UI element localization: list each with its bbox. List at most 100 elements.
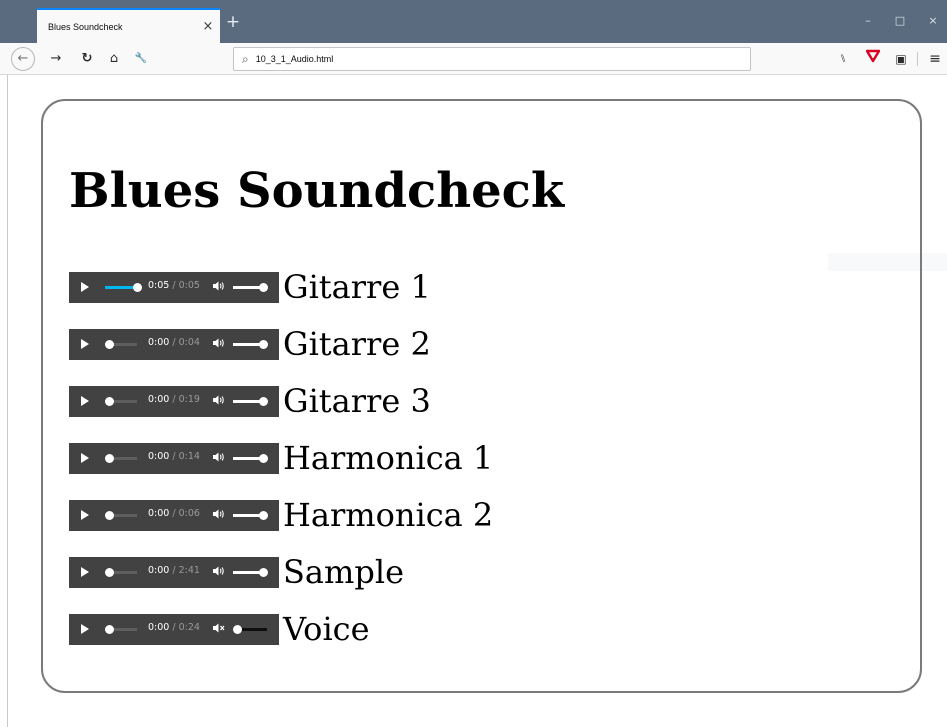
volume-handle[interactable] bbox=[259, 396, 268, 406]
current-time: 0:00 bbox=[148, 507, 170, 519]
seek-handle[interactable] bbox=[105, 339, 114, 349]
seek-handle[interactable] bbox=[105, 510, 114, 520]
duration: 0:14 bbox=[178, 450, 200, 462]
volume-handle[interactable] bbox=[233, 624, 242, 634]
time-display: 0:00 / 0:06 bbox=[148, 507, 200, 519]
play-icon[interactable] bbox=[81, 338, 89, 349]
volume-slider[interactable] bbox=[233, 453, 268, 463]
seek-bar[interactable] bbox=[105, 282, 142, 292]
window-left-border bbox=[7, 75, 8, 727]
track-row: 0:00 / 0:14 Harmonica 1 bbox=[69, 442, 493, 474]
maximize-icon[interactable]: □ bbox=[893, 14, 907, 27]
close-window-icon[interactable]: × bbox=[926, 14, 940, 27]
track-label: Sample bbox=[283, 553, 404, 591]
seek-handle[interactable] bbox=[133, 282, 142, 292]
duration: 0:04 bbox=[178, 336, 200, 348]
audio-player[interactable]: 0:00 / 0:14 bbox=[69, 442, 279, 474]
audio-player[interactable]: 0:05 / 0:05 bbox=[69, 271, 279, 303]
duration: 0:24 bbox=[178, 621, 200, 633]
tab-title: Blues Soundcheck bbox=[48, 21, 123, 32]
track-row: 0:00 / 0:19 Gitarre 3 bbox=[69, 385, 431, 417]
reload-icon[interactable]: ↻ bbox=[77, 49, 97, 69]
play-icon[interactable] bbox=[81, 452, 89, 463]
volume-muted-icon[interactable] bbox=[212, 622, 225, 637]
time-display: 0:05 / 0:05 bbox=[148, 279, 200, 291]
play-icon[interactable] bbox=[81, 566, 89, 577]
seek-bar[interactable] bbox=[105, 510, 137, 520]
volume-slider[interactable] bbox=[233, 339, 268, 349]
track-row: 0:00 / 0:04 Gitarre 2 bbox=[69, 328, 431, 360]
volume-slider[interactable] bbox=[233, 396, 268, 406]
seek-handle[interactable] bbox=[105, 396, 114, 406]
volume-slider[interactable] bbox=[233, 510, 268, 520]
current-time: 0:00 bbox=[148, 450, 170, 462]
volume-icon[interactable] bbox=[212, 508, 225, 523]
volume-handle[interactable] bbox=[259, 453, 268, 463]
volume-icon[interactable] bbox=[212, 565, 225, 580]
volume-slider[interactable] bbox=[233, 567, 268, 577]
library-icon[interactable]: ⑊ bbox=[833, 49, 853, 69]
volume-icon[interactable] bbox=[212, 451, 225, 466]
audio-player[interactable]: 0:00 / 0:04 bbox=[69, 328, 279, 360]
volume-slider[interactable] bbox=[233, 282, 268, 292]
current-time: 0:00 bbox=[148, 621, 170, 633]
track-label: Voice bbox=[283, 610, 370, 648]
seek-bar[interactable] bbox=[105, 396, 137, 406]
current-time: 0:00 bbox=[148, 393, 170, 405]
track-label: Gitarre 3 bbox=[283, 382, 431, 420]
time-display: 0:00 / 0:19 bbox=[148, 393, 200, 405]
time-display: 0:00 / 2:41 bbox=[148, 564, 200, 576]
home-icon[interactable]: ⌂ bbox=[104, 49, 124, 69]
seek-bar[interactable] bbox=[105, 624, 137, 634]
volume-handle[interactable] bbox=[259, 339, 268, 349]
volume-handle[interactable] bbox=[259, 510, 268, 520]
track-label: Gitarre 1 bbox=[283, 268, 431, 306]
duration: 0:19 bbox=[178, 393, 200, 405]
play-icon[interactable] bbox=[81, 623, 89, 634]
play-icon[interactable] bbox=[81, 281, 89, 292]
track-row: 0:00 / 2:41 Sample bbox=[69, 556, 404, 588]
seek-handle[interactable] bbox=[105, 567, 114, 577]
audio-player[interactable]: 0:00 / 2:41 bbox=[69, 556, 279, 588]
current-time: 0:00 bbox=[148, 336, 170, 348]
audio-player[interactable]: 0:00 / 0:06 bbox=[69, 499, 279, 531]
back-icon[interactable]: ← bbox=[11, 47, 35, 71]
minimize-icon[interactable]: – bbox=[861, 14, 875, 27]
play-icon[interactable] bbox=[81, 395, 89, 406]
volume-icon[interactable] bbox=[212, 337, 225, 352]
track-label: Harmonica 1 bbox=[283, 439, 494, 477]
wrench-icon[interactable]: 🔧 bbox=[131, 49, 151, 69]
play-icon[interactable] bbox=[81, 509, 89, 520]
browser-titlebar: Blues Soundcheck × + – □ × bbox=[0, 0, 947, 43]
track-row: 0:05 / 0:05 Gitarre 1 bbox=[69, 271, 431, 303]
volume-icon[interactable] bbox=[212, 280, 225, 295]
audio-player[interactable]: 0:00 / 0:24 bbox=[69, 613, 279, 645]
volume-slider[interactable] bbox=[233, 624, 267, 634]
search-icon: ⌕ bbox=[242, 51, 249, 66]
tab-close-icon[interactable]: × bbox=[196, 19, 220, 34]
audio-player[interactable]: 0:00 / 0:19 bbox=[69, 385, 279, 417]
volume-handle[interactable] bbox=[259, 567, 268, 577]
forward-icon[interactable]: → bbox=[46, 49, 66, 69]
seek-handle[interactable] bbox=[105, 453, 114, 463]
duration: 0:05 bbox=[178, 279, 200, 291]
seek-bar[interactable] bbox=[105, 339, 137, 349]
current-time: 0:00 bbox=[148, 564, 170, 576]
seek-handle[interactable] bbox=[105, 624, 114, 634]
browser-tab[interactable]: Blues Soundcheck × bbox=[37, 8, 220, 43]
volume-icon[interactable] bbox=[212, 394, 225, 409]
shield-icon[interactable] bbox=[863, 49, 883, 69]
url-text: 10_3_1_Audio.html bbox=[255, 54, 334, 64]
track-label: Gitarre 2 bbox=[283, 325, 431, 363]
sidebar-icon[interactable]: ▣ bbox=[891, 49, 911, 69]
seek-bar[interactable] bbox=[105, 453, 137, 463]
new-tab-button[interactable]: + bbox=[224, 13, 242, 31]
menu-icon[interactable]: ≡ bbox=[925, 49, 945, 69]
duration: 2:41 bbox=[178, 564, 200, 576]
url-bar[interactable]: ⌕ 10_3_1_Audio.html bbox=[233, 47, 751, 71]
time-display: 0:00 / 0:14 bbox=[148, 450, 200, 462]
volume-handle[interactable] bbox=[259, 282, 268, 292]
shield-svg bbox=[865, 49, 881, 63]
toolbar-divider bbox=[917, 52, 918, 66]
seek-bar[interactable] bbox=[105, 567, 137, 577]
